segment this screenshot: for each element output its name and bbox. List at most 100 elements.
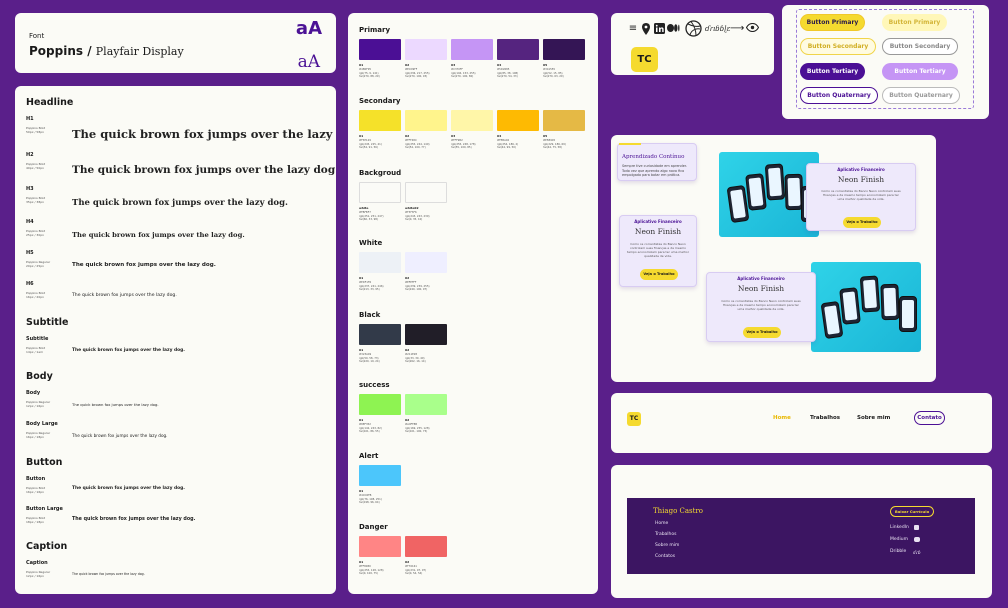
- color-swatch: [451, 39, 493, 60]
- tc-logo[interactable]: TC: [627, 412, 641, 426]
- nav-home[interactable]: Home: [773, 415, 791, 421]
- color-swatch: [543, 110, 585, 131]
- footer: Thiago Castro Home Trabalhos Sobre mim C…: [627, 498, 975, 574]
- button-quaternary-ghost[interactable]: Button Quaternary: [882, 87, 960, 104]
- view-work-button[interactable]: Veja o Trabalho: [843, 217, 881, 228]
- color-swatch: [405, 252, 447, 273]
- color-swatch: [405, 182, 447, 203]
- swatch-values: #FBFBF7 rgb(251, 251, 247) hsl(60, 33, 98): [359, 211, 384, 221]
- swatch-id: 04: [497, 134, 502, 138]
- swatch-id: 01: [359, 63, 364, 67]
- swatch-values: #5D2685 rgb(85, 38, 108) hsl(270, 54, 33): [497, 68, 519, 78]
- font-families: Poppins / Playfair Display: [29, 44, 184, 58]
- view-work-button[interactable]: Veja o Trabalho: [640, 269, 678, 280]
- color-swatch: [405, 39, 447, 60]
- app-mockup-image: [811, 262, 921, 352]
- font-label: Font: [29, 32, 45, 40]
- swatch-id: 01: [359, 134, 364, 138]
- swatch-values: #341555 rgb(52, 15, 85) hsl(270, 63, 20): [543, 68, 564, 78]
- location-icon: [640, 23, 652, 35]
- nav-works[interactable]: Trabalhos: [810, 415, 840, 421]
- footer-social-dribbble[interactable]: Dribble: [890, 549, 906, 554]
- linkedin-icon: [653, 23, 665, 35]
- swatch-values: #ECD9FF rgb(236, 217, 255) hsl(270, 100, 9…: [405, 68, 430, 78]
- color-swatch: [359, 182, 401, 203]
- app-mockup-image: [719, 152, 819, 237]
- medium-icon: [667, 23, 680, 35]
- type-sample: The quick brown fox jumps over the lazy …: [72, 572, 145, 576]
- color-swatch: [405, 536, 447, 557]
- button-secondary[interactable]: Button Secondary: [800, 38, 876, 55]
- section-title: Subtitle: [26, 317, 69, 328]
- finance-card-wide: Aplicativo Financeiro Neon Finish Como o…: [806, 163, 916, 231]
- linkedin-icon: [914, 525, 919, 530]
- color-swatch: [359, 465, 401, 486]
- button-tertiary-ghost[interactable]: Button Tertiary: [882, 63, 958, 80]
- dribbble-wordmark-icon: ɗɾıɓɓɭɛ: [705, 25, 731, 33]
- palette-group-title: Danger: [359, 523, 388, 531]
- swatch-values: #4CC6FB rgb(76, 198, 251) hsl(198, 96, 64): [359, 494, 382, 504]
- footer-link-works[interactable]: Trabalhos: [655, 532, 677, 537]
- swatch-values: #F3F3F6 rgb(243, 243, 230) hsl(0, 35, 10): [405, 211, 430, 221]
- palette-group-title: Primary: [359, 26, 391, 34]
- eye-icon: [745, 22, 759, 35]
- nav-about[interactable]: Sobre mim: [857, 415, 890, 421]
- section-title: Headline: [26, 97, 74, 108]
- footer-link-about[interactable]: Sobre mim: [655, 543, 679, 548]
- footer-link-home[interactable]: Home: [655, 521, 668, 526]
- palette-group-title: Secondary: [359, 97, 401, 105]
- swatch-id: 02: [405, 348, 410, 352]
- card-title: Aprendizado Contínuo: [622, 154, 685, 160]
- color-swatch: [497, 110, 539, 131]
- swatch-id: 01: [359, 276, 364, 280]
- footer-social-medium[interactable]: Medium: [890, 537, 908, 542]
- button-primary[interactable]: Button Primary: [800, 14, 865, 31]
- tc-logo: TC: [631, 47, 658, 72]
- dribbble-wordmark-icon: ɗɾɓ: [913, 550, 921, 555]
- palette-group-title: success: [359, 381, 390, 389]
- button-secondary-ghost[interactable]: Button Secondary: [882, 38, 958, 55]
- swatch-values: #F76161 rgb(231, 97, 97) hsl(0, 54, 54): [405, 565, 427, 575]
- swatch-id: 01: [359, 348, 364, 352]
- finance-card-overlap: Aplicativo Financeiro Neon Finish Como o…: [706, 272, 816, 342]
- swatch-id: 03: [451, 63, 456, 67]
- swatch-values: #F5E129 rgb(245, 225, 41) hsl(54, 91, 56): [359, 139, 382, 149]
- palette-group-title: Black: [359, 311, 381, 319]
- font-family-serif: Playfair Display: [95, 45, 184, 58]
- footer-link-contacts[interactable]: Contatos: [655, 554, 675, 559]
- card-text: Sempre tive curiosidade em aprender. Tod…: [622, 164, 687, 178]
- type-sample: The quick brown fox jumps over the lazy …: [72, 348, 185, 353]
- type-sample: The quick brown fox jumps over the lazy …: [72, 517, 196, 522]
- footer-social-linkedin[interactable]: LinkedIn: [890, 525, 909, 530]
- swatch-id: 05: [543, 63, 548, 67]
- icons-card: ≡ ɗɾıɓɓɭɛ ⟶ TC: [611, 13, 774, 75]
- contact-button[interactable]: Contato: [914, 411, 945, 425]
- type-sample: The quick brown fox jumps over the lazy …: [72, 262, 216, 268]
- palette-group-title: White: [359, 239, 383, 247]
- swatch-id: 02: [405, 276, 410, 280]
- color-palette-card: Primary 01 #4B0F95 rgb(75, 9, 141) hsl(270, …: [348, 13, 598, 594]
- color-swatch: [405, 110, 447, 131]
- download-cv-button[interactable]: Baixar Currículo: [890, 506, 934, 517]
- button-primary-ghost[interactable]: Button Primary: [882, 14, 947, 31]
- color-swatch: [451, 110, 493, 131]
- swatch-values: #EFEFFF rgb(239, 239, 255) hsl(240, 100, 9…: [405, 281, 430, 291]
- footer-card: Thiago Castro Home Trabalhos Sobre mim C…: [611, 465, 992, 598]
- typography-card: Headline Subtitle Body Button Caption H1…: [15, 86, 336, 594]
- swatch-values: #4B0F95 rgb(75, 9, 141) hsl(270, 88, 29): [359, 68, 380, 78]
- palette-group-title: Backgroud: [359, 169, 402, 177]
- swatch-values: #C370FF rgb(194, 153, 255) hsl(270, 100, 8…: [451, 68, 476, 78]
- arrow-right-icon: ⟶: [730, 23, 745, 34]
- button-quaternary[interactable]: Button Quaternary: [800, 87, 878, 104]
- color-swatch: [405, 394, 447, 415]
- color-swatch: [359, 324, 401, 345]
- type-sample: The quick brown fox jumps over the lazy …: [72, 127, 336, 141]
- view-work-button[interactable]: Veja o Trabalho: [743, 327, 781, 338]
- swatch-id: 01: [359, 418, 364, 422]
- type-sample: The quick brown fox jumps over the lazy …: [72, 433, 168, 438]
- swatch-id: 05: [543, 134, 548, 138]
- button-tertiary[interactable]: Button Tertiary: [800, 63, 865, 80]
- swatch-id: white02: [405, 206, 419, 210]
- swatch-id: 02: [405, 418, 410, 422]
- type-sample: The quick brown fox jumps over the lazy …: [72, 293, 177, 298]
